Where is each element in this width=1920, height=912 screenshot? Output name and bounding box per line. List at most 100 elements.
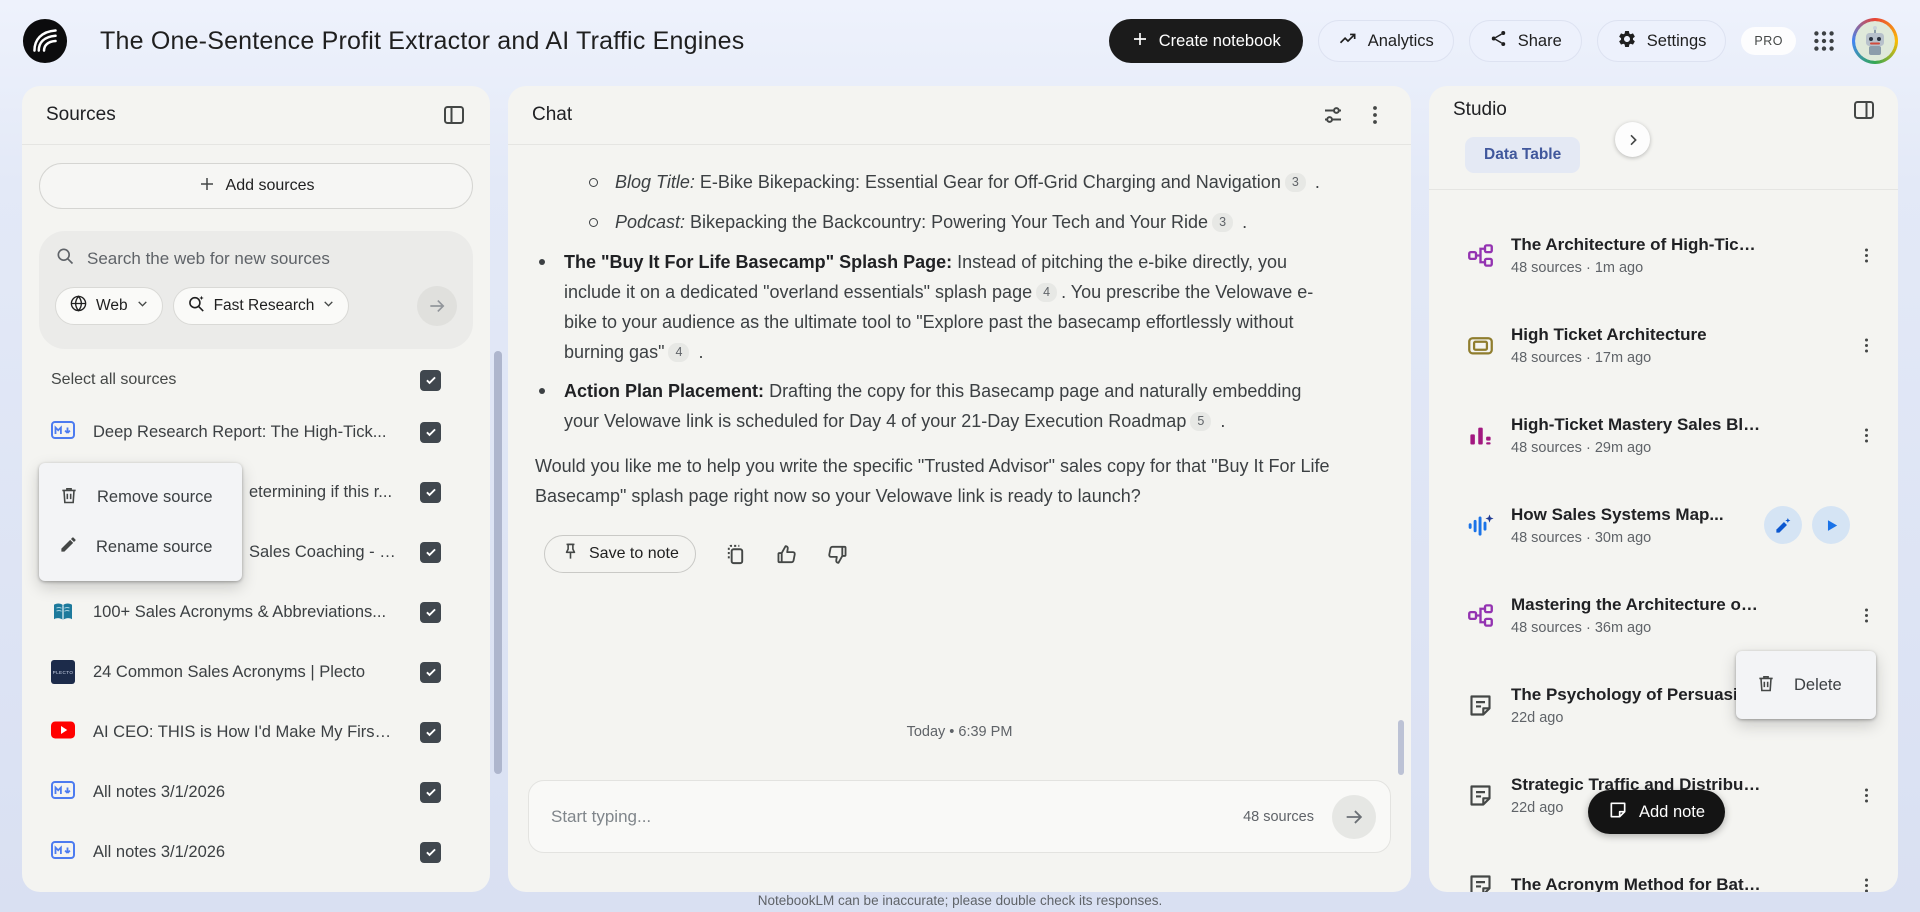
share-button[interactable]: Share [1469,20,1582,62]
trending-up-icon [1338,29,1358,54]
studio-item-row[interactable]: How Sales Systems Map... 48 sources · 30… [1429,480,1898,570]
chevron-down-icon [136,297,149,315]
youtube-source-icon [51,720,75,744]
note-add-icon [1608,800,1628,825]
studio-item-meta: 48 sources · 17m ago [1511,350,1707,366]
menu-item-rename-source[interactable]: Rename source [39,522,242,572]
collapse-panel-icon[interactable] [1852,98,1876,122]
source-checkbox[interactable] [420,542,441,563]
chevron-down-icon [322,297,335,315]
source-row[interactable]: PLECTO24 Common Sales Acronyms | Plecto [39,642,473,702]
chat-message-input[interactable] [551,807,1243,827]
add-note-button[interactable]: Add note [1588,790,1725,834]
menu-item-remove-source[interactable]: Remove source [39,472,242,522]
mindmap-studio-icon [1467,602,1494,629]
item-more-icon[interactable] [1856,605,1876,625]
search-input[interactable] [87,249,457,269]
thumb-up-icon[interactable] [775,543,798,566]
chat-day-timestamp: Today • 6:39 PM [508,724,1411,740]
studio-item-row[interactable]: High-Ticket Mastery Sales Blueprint 48 s… [1429,390,1898,480]
citation-badge[interactable]: 3 [1285,173,1306,192]
source-context-menu: Remove sourceRename source [39,463,242,581]
interactive-mode-button[interactable] [1764,506,1802,544]
source-checkbox[interactable] [420,782,441,803]
source-row[interactable]: All notes 3/1/2026 [39,822,473,882]
notebooklm-logo[interactable] [22,18,68,64]
citation-badge[interactable]: 4 [668,343,689,362]
studio-item-title: The Psychology of Persuasi [1511,685,1738,705]
studio-item-title: How Sales Systems Map... [1511,505,1724,525]
item-more-icon[interactable] [1856,335,1876,355]
chat-bullet-item: Action Plan Placement: Drafting the copy… [535,376,1335,436]
chat-panel-title: Chat [532,104,572,126]
play-audio-button[interactable] [1812,506,1850,544]
source-count: 48 sources [1243,809,1314,825]
save-to-note-button[interactable]: Save to note [544,535,696,573]
item-more-icon[interactable] [1856,785,1876,805]
apps-grid-icon[interactable] [1811,28,1837,54]
research-mode-dropdown[interactable]: Fast Research [173,287,350,325]
studio-item-title: Mastering the Architecture of High... [1511,595,1761,615]
chat-input-bar: 48 sources [528,780,1391,853]
studio-item-title: The Acronym Method for Batching... [1511,875,1761,892]
notebooklm-app: The One-Sentence Profit Extractor and AI… [0,0,1920,912]
studio-item-title: High-Ticket Mastery Sales Blueprint [1511,415,1761,435]
source-row[interactable]: All notes 3/1/2026 [39,762,473,822]
chat-settings-icon[interactable] [1321,103,1345,127]
copy-icon[interactable] [724,543,747,566]
source-row[interactable]: Deep Research Report: The High-Tick... [39,402,473,462]
data-table-chip[interactable]: Data Table [1465,137,1580,173]
source-checkbox[interactable] [420,482,441,503]
sources-scrollbar[interactable] [494,351,502,774]
gear-icon [1617,29,1637,54]
chat-scrollbar[interactable] [1398,720,1404,775]
studio-item-row[interactable]: High Ticket Architecture 48 sources · 17… [1429,300,1898,390]
citation-badge[interactable]: 4 [1036,283,1057,302]
item-more-icon[interactable] [1856,425,1876,445]
source-title: Deep Research Report: The High-Tick... [93,423,386,442]
disclaimer-text: NotebookLM can be inaccurate; please dou… [0,893,1920,908]
source-row[interactable]: 100+ Sales Acronyms & Abbreviations... [39,582,473,642]
search-submit-button[interactable] [417,286,457,326]
studio-item-row[interactable]: The Acronym Method for Batching... [1429,840,1898,892]
thumb-down-icon[interactable] [826,543,849,566]
source-checkbox[interactable] [420,722,441,743]
source-checkbox[interactable] [420,842,441,863]
citation-badge[interactable]: 3 [1212,213,1233,232]
source-checkbox[interactable] [420,602,441,623]
send-button[interactable] [1332,795,1376,839]
studio-item-row[interactable]: The Architecture of High-Ticket... 48 so… [1429,210,1898,300]
collapse-panel-icon[interactable] [442,103,466,127]
menu-item-delete[interactable]: Delete [1736,660,1876,710]
select-all-label: Select all sources [51,371,176,389]
markdown-source-icon [51,780,75,804]
item-more-icon[interactable] [1856,875,1876,892]
studio-panel-title: Studio [1453,99,1507,121]
analytics-button[interactable]: Analytics [1318,20,1454,62]
source-title: etermining if this r... [249,483,392,502]
studio-item-meta: 48 sources · 30m ago [1511,530,1724,546]
source-checkbox[interactable] [420,662,441,683]
share-icon [1489,29,1508,53]
user-avatar[interactable] [1852,18,1898,64]
studio-item-row[interactable]: Mastering the Architecture of High... 48… [1429,570,1898,660]
chat-bullet-item: The "Buy It For Life Basecamp" Splash Pa… [535,247,1335,367]
add-sources-button[interactable]: Add sources [39,163,473,209]
plus-icon [198,175,216,198]
citation-badge[interactable]: 5 [1190,412,1211,431]
studio-item-meta: 22d ago [1511,710,1738,726]
settings-button[interactable]: Settings [1597,20,1727,62]
source-checkbox[interactable] [420,422,441,443]
svg-text:PLECTO: PLECTO [53,670,74,675]
create-notebook-button[interactable]: Create notebook [1109,19,1303,63]
chip-scroll-right-button[interactable] [1615,122,1650,157]
select-all-checkbox[interactable] [420,370,441,391]
chat-panel: Chat Blog Title: E-Bike Bikepacking: Ess… [508,86,1411,892]
web-scope-dropdown[interactable]: Web [55,287,163,325]
source-row[interactable]: AI CEO: THIS is How I'd Make My First ..… [39,702,473,762]
plecto-source-icon: PLECTO [51,660,75,684]
chat-more-icon[interactable] [1363,103,1387,127]
item-more-icon[interactable] [1856,245,1876,265]
pin-icon [561,542,580,566]
globe-icon [69,294,88,318]
